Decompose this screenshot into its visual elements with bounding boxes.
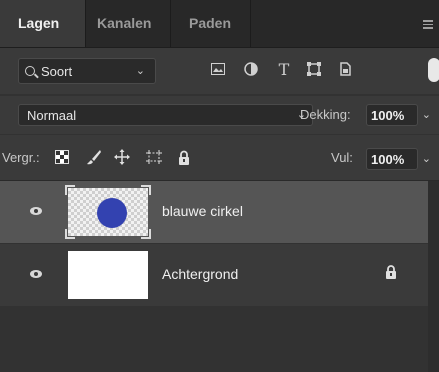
- fill-value: 100%: [371, 152, 405, 167]
- blend-mode-value: Normaal: [27, 108, 77, 123]
- blend-row: Normaal ⌄ Dekking: 100% ⌄: [0, 96, 439, 134]
- opacity-label: Dekking:: [300, 107, 351, 122]
- tab-kanalen[interactable]: Kanalen: [97, 0, 151, 47]
- fill-label: Vul:: [331, 150, 353, 165]
- filter-toggle[interactable]: [428, 58, 439, 82]
- layer-filter-row: Soort ⌄ T: [0, 48, 439, 94]
- type-filter-icon[interactable]: T: [275, 60, 293, 79]
- eye-icon[interactable]: [30, 270, 42, 278]
- panel-tab-bar: Lagen Kanalen Paden: [0, 0, 439, 48]
- chevron-down-icon[interactable]: ⌄: [422, 152, 431, 165]
- filter-kind-label: Soort: [41, 64, 73, 79]
- layer-name[interactable]: blauwe cirkel: [162, 203, 243, 219]
- shape-filter-icon[interactable]: [305, 60, 323, 78]
- lock-all-icon[interactable]: [175, 148, 193, 166]
- scrollbar[interactable]: [428, 181, 439, 372]
- eye-icon[interactable]: [30, 207, 42, 215]
- layers-panel: Lagen Kanalen Paden Soort ⌄ T Normaal ⌄ …: [0, 0, 439, 372]
- selection-corner: [65, 185, 75, 195]
- selection-corner: [65, 229, 75, 239]
- chevron-down-icon[interactable]: ⌄: [422, 108, 431, 121]
- panel-menu-icon[interactable]: [423, 20, 433, 29]
- blend-mode-dropdown[interactable]: Normaal ⌄: [18, 104, 313, 126]
- lock-row: Vergr.: Vul: 100% ⌄: [0, 135, 439, 181]
- selection-corner: [141, 229, 151, 239]
- lock-image-pixels-icon[interactable]: [85, 148, 103, 166]
- tab-paden[interactable]: Paden: [189, 0, 231, 47]
- opacity-value: 100%: [371, 108, 405, 123]
- lock-artboard-icon[interactable]: [145, 148, 163, 166]
- search-icon: [25, 66, 35, 76]
- image-filter-icon[interactable]: [209, 60, 227, 78]
- tab-lagen[interactable]: Lagen: [0, 0, 85, 47]
- tab-separator: [85, 0, 86, 47]
- layer-row[interactable]: blauwe cirkel: [0, 181, 428, 243]
- blue-circle-thumbnail: [97, 198, 127, 228]
- chevron-down-icon: ⌄: [135, 65, 145, 77]
- layer-thumbnail[interactable]: [68, 251, 148, 299]
- lock-position-icon[interactable]: [113, 148, 131, 166]
- fill-field[interactable]: 100% ⌄: [366, 148, 431, 170]
- layers-list: blauwe cirkel Achtergrond: [0, 181, 439, 372]
- smart-object-filter-icon[interactable]: [336, 60, 354, 78]
- opacity-field[interactable]: 100% ⌄: [366, 104, 431, 126]
- lock-icon: [385, 265, 399, 279]
- selection-corner: [141, 185, 151, 195]
- tab-separator: [250, 0, 251, 47]
- layer-thumbnail[interactable]: [65, 185, 151, 239]
- adjustment-filter-icon[interactable]: [242, 60, 260, 78]
- layer-row[interactable]: Achtergrond: [0, 244, 428, 306]
- lock-label: Vergr.:: [2, 150, 40, 165]
- tab-separator: [170, 0, 171, 47]
- filter-kind-dropdown[interactable]: Soort ⌄: [18, 58, 156, 84]
- layer-name[interactable]: Achtergrond: [162, 266, 238, 282]
- lock-transparent-pixels-icon[interactable]: [53, 148, 71, 166]
